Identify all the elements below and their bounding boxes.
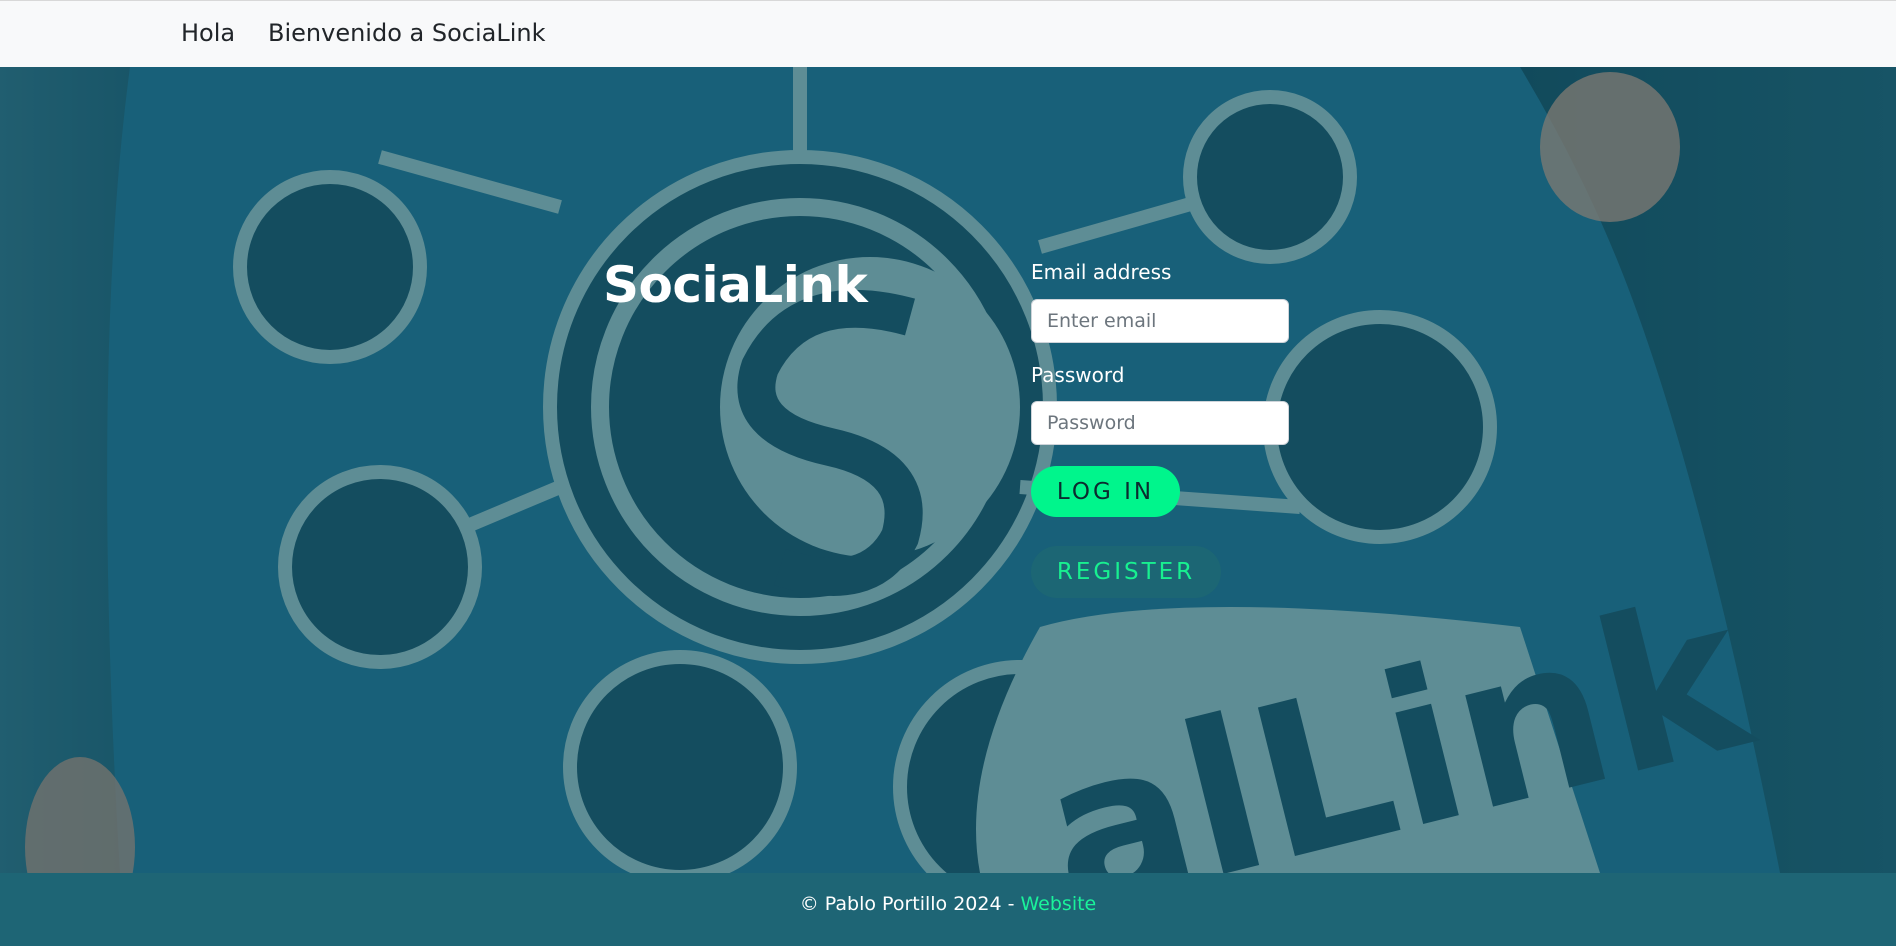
password-label: Password: [1031, 363, 1125, 387]
password-input[interactable]: [1031, 401, 1289, 445]
footer-website-link[interactable]: Website: [1021, 893, 1097, 915]
nav-brand-link[interactable]: Hola: [181, 19, 235, 47]
hero-brand-title: SociaLink: [603, 256, 868, 314]
hero-overlay: [0, 67, 1896, 873]
email-label: Email address: [1031, 260, 1172, 284]
top-navbar: Hola Bienvenido a SociaLink: [0, 0, 1896, 67]
hero-background-illustration: alLink: [0, 67, 1896, 873]
login-button[interactable]: LOG IN: [1031, 466, 1180, 517]
register-button[interactable]: REGISTER: [1031, 546, 1221, 598]
nav-welcome-link[interactable]: Bienvenido a SociaLink: [268, 19, 545, 47]
footer-copyright: © Pablo Portillo 2024 -: [799, 893, 1021, 915]
hero-section: alLink SociaLink Email address Password …: [0, 67, 1896, 873]
page-footer: © Pablo Portillo 2024 - Website: [0, 873, 1896, 946]
email-input[interactable]: [1031, 299, 1289, 343]
